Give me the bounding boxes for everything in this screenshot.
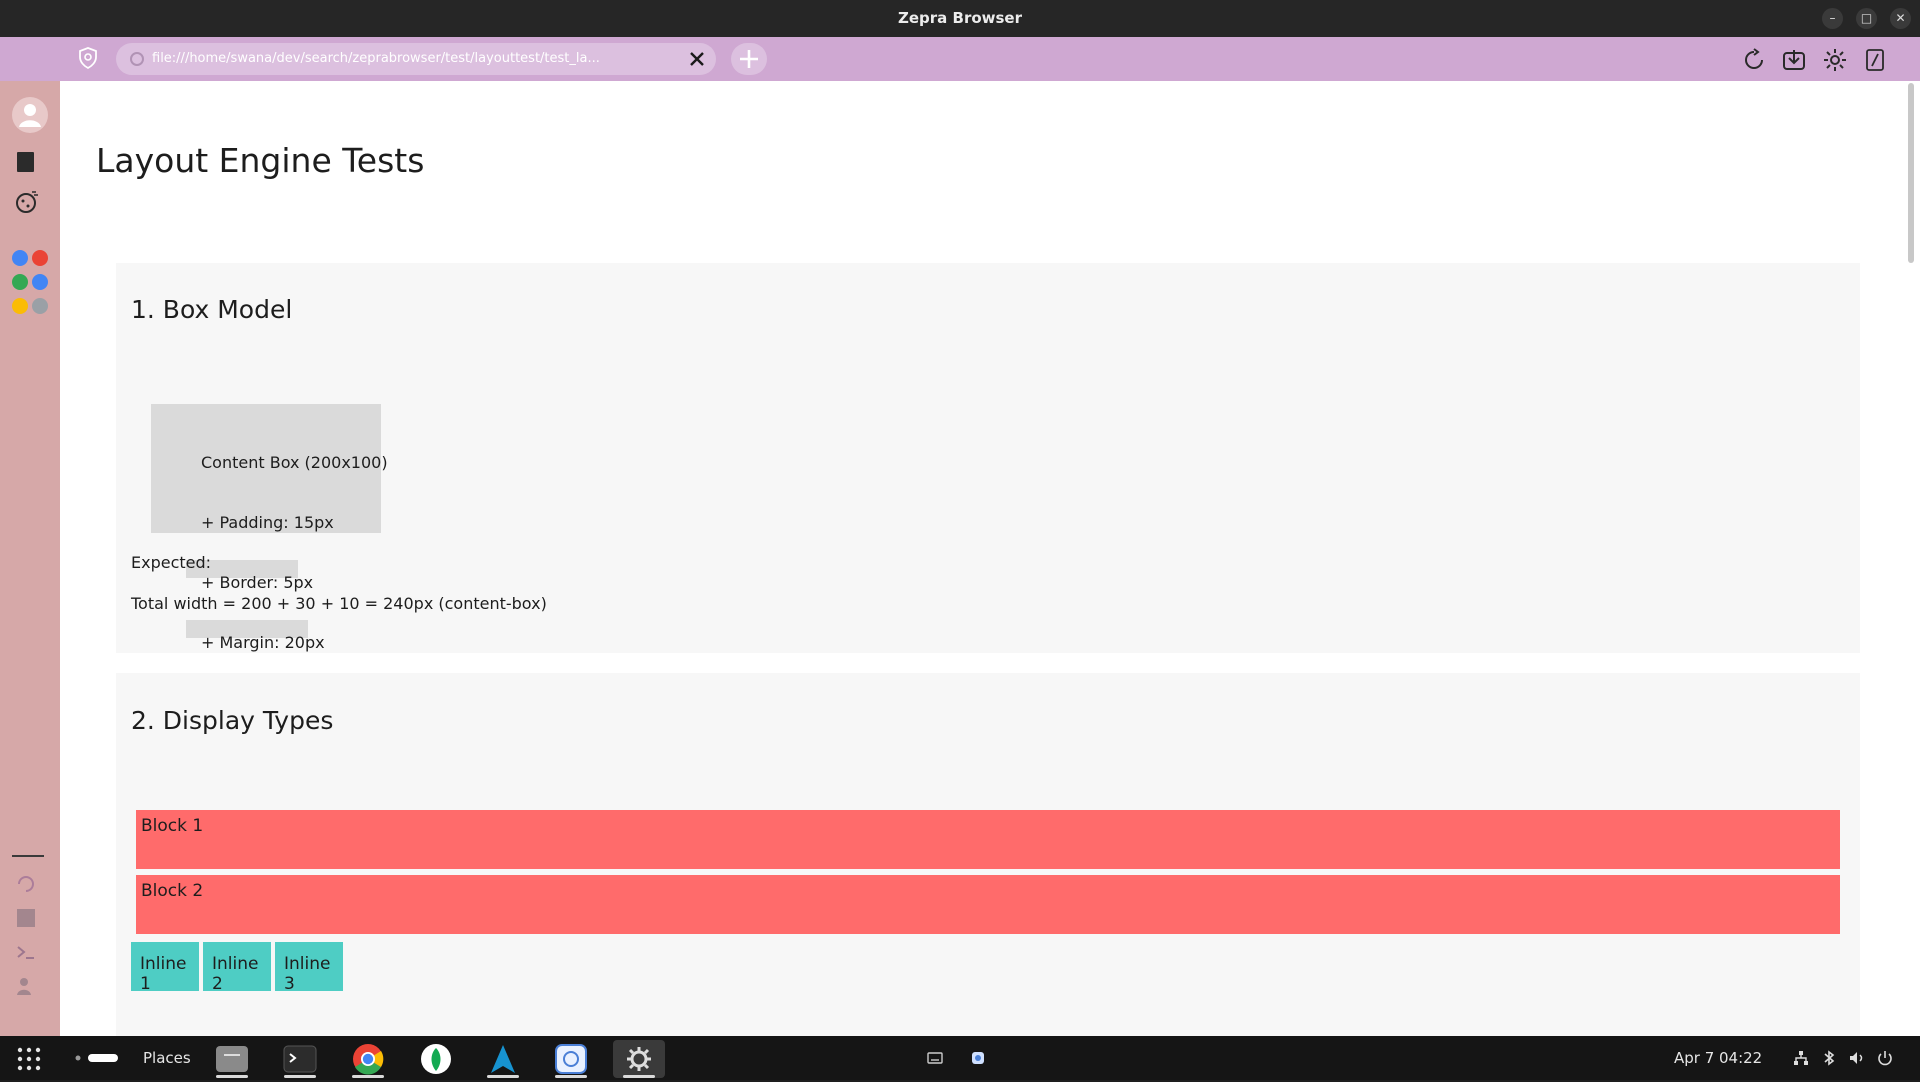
taskbar-app-mongodb[interactable] <box>410 1040 462 1078</box>
padding-label: + Padding: 15px <box>201 513 334 532</box>
section-heading: 1. Box Model <box>131 295 293 324</box>
running-indicator <box>216 1075 248 1078</box>
scrollbar[interactable] <box>1908 83 1914 263</box>
app-dot-green[interactable] <box>12 274 28 290</box>
taskbar-app-zepra[interactable] <box>545 1040 597 1078</box>
margin-label: + Margin: 20px <box>201 633 325 652</box>
folder-icon <box>216 1046 248 1072</box>
workspace-indicator-icon[interactable] <box>74 1052 120 1064</box>
url-text[interactable]: file:///home/swana/dev/search/zeprabrows… <box>152 51 600 66</box>
chrome-icon <box>353 1044 384 1075</box>
tray-app-icon[interactable] <box>969 1049 987 1067</box>
minimize-button[interactable]: – <box>1822 8 1843 29</box>
app-dot-red[interactable] <box>32 250 48 266</box>
browser-app-icon <box>555 1044 587 1074</box>
edit-icon[interactable] <box>1862 47 1888 73</box>
leaf-icon <box>421 1044 451 1074</box>
plus-icon <box>740 50 758 68</box>
avatar-icon[interactable] <box>12 97 48 133</box>
app-dot-blue[interactable] <box>12 250 28 266</box>
notes-icon[interactable] <box>15 907 37 929</box>
bookmark-icon[interactable] <box>16 151 36 173</box>
app-dot-yellow[interactable] <box>12 298 28 314</box>
sidebar <box>0 81 60 1036</box>
section-display-types: 2. Display Types Block 1 Block 2 Inline … <box>116 673 1860 1036</box>
taskbar: Places Apr 7 04:22 <box>0 1036 1920 1080</box>
taskbar-app-terminal[interactable] <box>274 1040 326 1078</box>
app-grid-icon[interactable] <box>16 1046 42 1072</box>
shield-icon[interactable] <box>76 46 100 70</box>
sidebar-divider <box>12 855 44 857</box>
running-indicator <box>352 1075 384 1078</box>
section-heading: 2. Display Types <box>131 706 334 735</box>
network-icon[interactable] <box>1792 1049 1810 1067</box>
keyboard-icon[interactable] <box>926 1049 944 1067</box>
gear-icon <box>627 1047 651 1071</box>
time-label[interactable]: 04:22 <box>1719 1049 1762 1067</box>
terminal-icon[interactable] <box>15 941 37 963</box>
content-box-label: Content Box (200x100) <box>201 453 388 472</box>
places-menu[interactable]: Places <box>143 1049 191 1067</box>
taskbar-app-files[interactable] <box>206 1040 258 1078</box>
running-indicator <box>623 1075 655 1078</box>
taskbar-app-chrome[interactable] <box>342 1040 394 1078</box>
cookie-icon[interactable] <box>14 189 40 215</box>
history-icon[interactable] <box>15 873 37 895</box>
close-window-button[interactable]: ✕ <box>1890 8 1911 29</box>
running-indicator <box>555 1075 587 1078</box>
globe-icon <box>130 52 144 66</box>
window-title: Zepra Browser <box>897 9 1023 27</box>
download-icon[interactable] <box>1781 47 1807 73</box>
block-1: Block 1 <box>136 810 1840 869</box>
volume-icon[interactable] <box>1848 1049 1866 1067</box>
date-label[interactable]: Apr 7 <box>1674 1049 1714 1067</box>
inline-1: Inline 1 <box>131 942 199 994</box>
inline-2: Inline 2 <box>203 942 271 994</box>
block-2: Block 2 <box>136 875 1840 934</box>
inline-3: Inline 3 <box>275 942 343 994</box>
close-tab-icon[interactable] <box>686 48 708 70</box>
page-viewport[interactable]: Layout Engine Tests 1. Box Model Content… <box>60 81 1920 1036</box>
taskbar-app-arch[interactable] <box>477 1040 529 1078</box>
new-tab-button[interactable] <box>731 43 767 75</box>
border-label: + Border: 5px <box>201 573 314 592</box>
running-indicator <box>487 1075 519 1078</box>
reload-icon[interactable] <box>1741 47 1767 73</box>
maximize-button[interactable]: □ <box>1856 8 1877 29</box>
section-box-model: 1. Box Model Content Box (200x100) + Pad… <box>116 263 1860 653</box>
browser-toolbar: file:///home/swana/dev/search/zeprabrows… <box>0 37 1920 81</box>
total-width-label: Total width = 200 + 30 + 10 = 240px (con… <box>131 594 547 613</box>
settings-icon[interactable] <box>1822 47 1848 73</box>
bluetooth-icon[interactable] <box>1820 1049 1838 1067</box>
address-bar[interactable]: file:///home/swana/dev/search/zeprabrows… <box>116 43 716 75</box>
arch-icon <box>491 1045 515 1073</box>
title-bar: Zepra Browser – □ ✕ <box>0 0 1920 37</box>
expected-label: Expected: <box>131 553 212 572</box>
app-dot-gray[interactable] <box>32 298 48 314</box>
power-icon[interactable] <box>1876 1049 1894 1067</box>
app-dot-blue-2[interactable] <box>32 274 48 290</box>
taskbar-app-settings[interactable] <box>613 1040 665 1078</box>
account-settings-icon[interactable] <box>15 975 37 997</box>
page-title: Layout Engine Tests <box>96 141 425 180</box>
running-indicator <box>284 1075 316 1078</box>
terminal-icon <box>283 1045 317 1073</box>
